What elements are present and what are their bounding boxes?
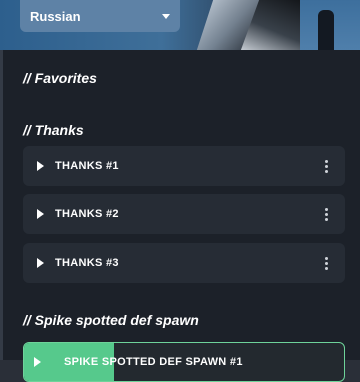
sound-list-panel: // Favorites // Thanks THANKS #1 THANKS … — [0, 50, 360, 382]
chevron-down-icon — [162, 13, 170, 19]
sound-item-label: THANKS #1 — [55, 160, 119, 172]
section-title-favorites: // Favorites — [23, 70, 97, 86]
banner-art — [318, 10, 334, 50]
kebab-menu-icon[interactable] — [321, 159, 331, 173]
section-title-spike: // Spike spotted def spawn — [23, 312, 199, 328]
sound-item-label: SPIKE SPOTTED DEF SPAWN #1 — [64, 356, 243, 368]
kebab-menu-icon[interactable] — [321, 207, 331, 221]
language-select-value: Russian — [30, 8, 81, 24]
sound-item-thanks-2[interactable]: THANKS #2 — [23, 194, 345, 234]
language-select[interactable]: Russian — [20, 0, 180, 32]
play-icon[interactable] — [37, 161, 44, 171]
sound-item-thanks-3[interactable]: THANKS #3 — [23, 243, 345, 283]
header-banner: Russian — [0, 0, 360, 50]
play-icon[interactable] — [37, 209, 44, 219]
play-icon[interactable] — [37, 258, 44, 268]
sound-item-label: THANKS #2 — [55, 208, 119, 220]
sound-item-label: THANKS #3 — [55, 257, 119, 269]
sound-item-thanks-1[interactable]: THANKS #1 — [23, 146, 345, 186]
sound-item-spike-1[interactable]: SPIKE SPOTTED DEF SPAWN #1 — [23, 342, 345, 382]
kebab-menu-icon[interactable] — [321, 256, 331, 270]
play-icon[interactable] — [34, 357, 41, 367]
section-title-thanks: // Thanks — [23, 122, 84, 138]
